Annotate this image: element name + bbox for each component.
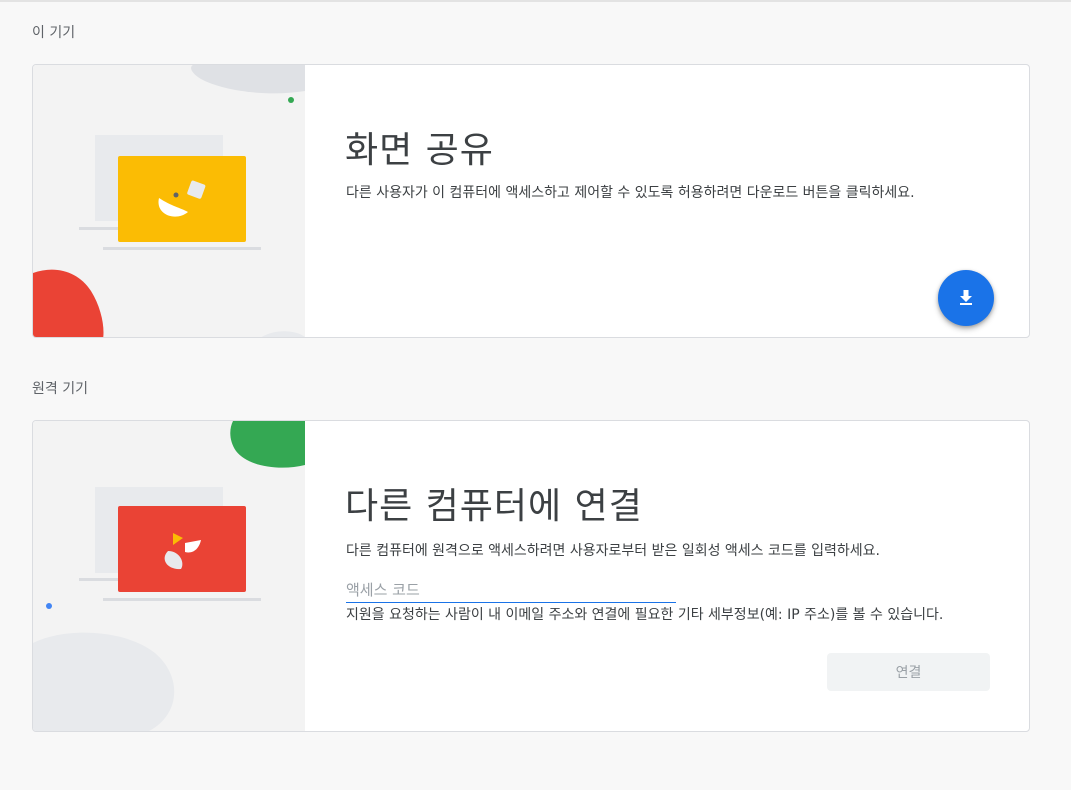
connect-button[interactable]: 연결 <box>827 653 990 691</box>
section-label-remote-device: 원격 기기 <box>32 381 88 397</box>
connect-remote-card: 다른 컴퓨터에 연결 다른 컴퓨터에 원격으로 액세스하려면 사용자로부터 받은… <box>32 420 1030 732</box>
download-icon <box>957 288 975 309</box>
download-button[interactable] <box>938 270 994 326</box>
connect-remote-title: 다른 컴퓨터에 연결 <box>345 486 643 527</box>
connect-remote-illustration <box>33 421 305 731</box>
top-divider <box>0 0 1071 2</box>
access-code-input[interactable] <box>346 577 676 603</box>
share-screen-illustration <box>33 65 305 337</box>
connect-remote-description: 다른 컴퓨터에 원격으로 액세스하려면 사용자로부터 받은 일회성 액세스 코드… <box>346 543 880 559</box>
share-screen-description: 다른 사용자가 이 컴퓨터에 액세스하고 제어할 수 있도록 허용하려면 다운로… <box>346 185 915 201</box>
access-code-hint: 지원을 요청하는 사람이 내 이메일 주소와 연결에 필요한 기타 세부정보(예… <box>346 607 944 623</box>
section-label-this-device: 이 기기 <box>32 25 76 41</box>
share-screen-card: 화면 공유 다른 사용자가 이 컴퓨터에 액세스하고 제어할 수 있도록 허용하… <box>32 64 1030 338</box>
share-screen-title: 화면 공유 <box>345 130 494 171</box>
